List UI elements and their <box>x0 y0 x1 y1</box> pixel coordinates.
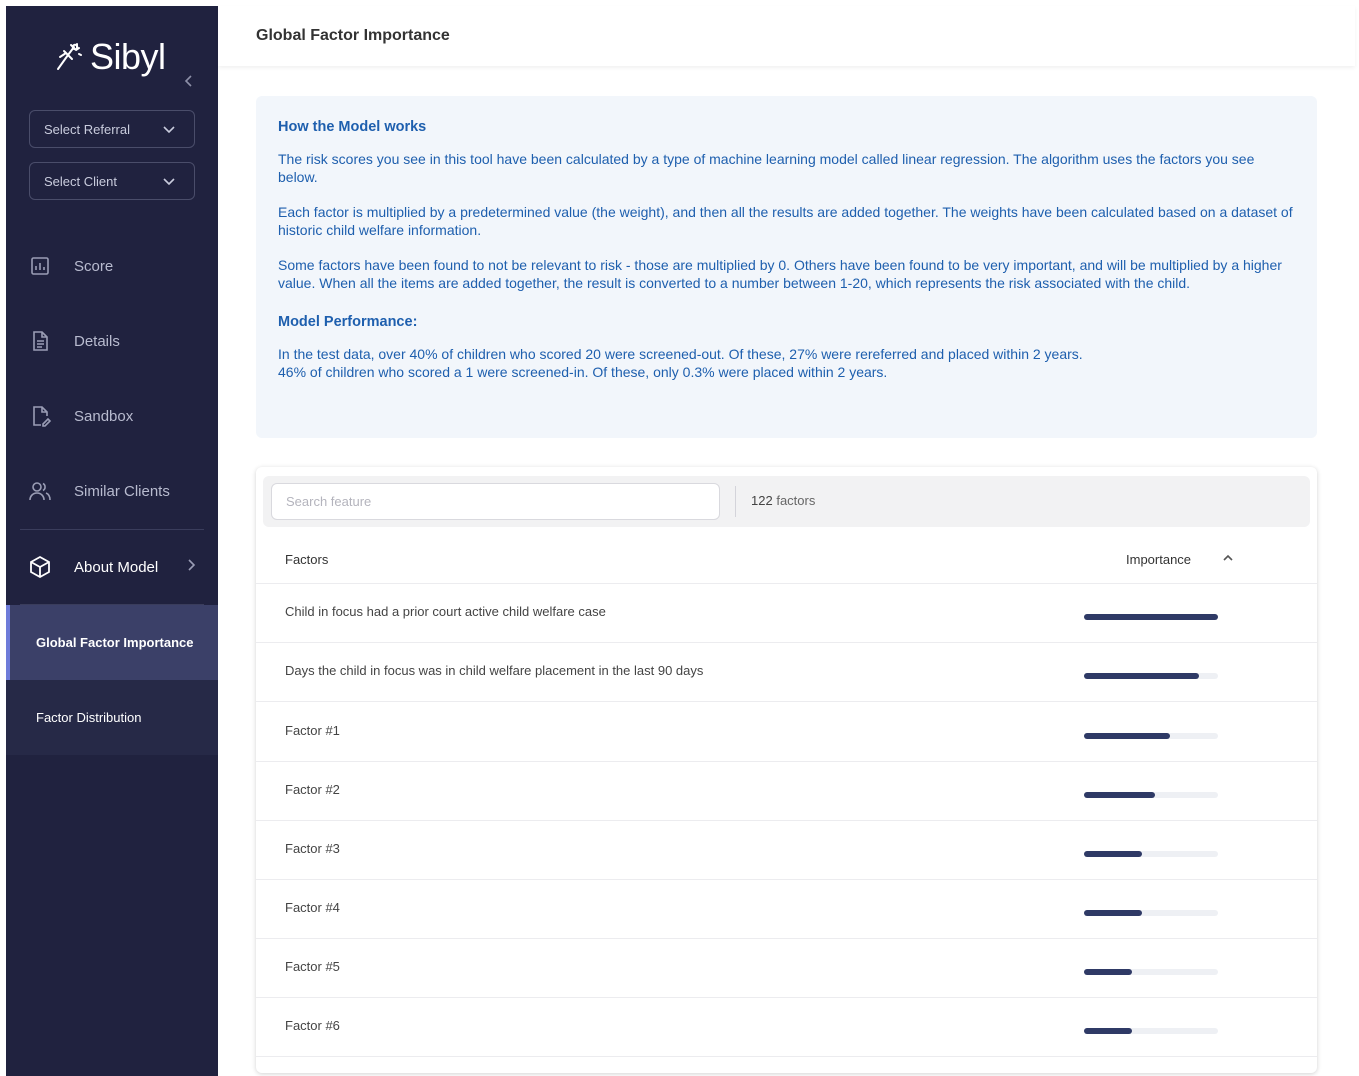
toolbar-divider <box>735 486 736 517</box>
factor-label: Factor #3 <box>285 841 340 856</box>
table-row[interactable]: Factor #6 <box>256 998 1317 1057</box>
subnav-global-factor-importance[interactable]: Global Factor Importance <box>6 605 218 680</box>
factor-count: 122 factors <box>751 493 815 508</box>
table-header: Factors Importance <box>256 544 1317 584</box>
factor-label: Factor #4 <box>285 900 340 915</box>
importance-bar-fill <box>1084 614 1218 620</box>
nav-score[interactable]: Score <box>6 229 218 303</box>
table-row[interactable]: Factor #1 <box>256 703 1317 762</box>
factor-count-number: 122 <box>751 493 773 508</box>
performance-line: 46% of children who scored a 1 were scre… <box>278 364 888 380</box>
nav-sandbox-label: Sandbox <box>74 407 134 425</box>
info-paragraph: The risk scores you see in this tool hav… <box>278 151 1255 185</box>
subnav-factor-distribution[interactable]: Factor Distribution <box>6 680 218 755</box>
importance-bar <box>1084 673 1218 679</box>
document-icon <box>33 331 48 351</box>
factor-count-label: factors <box>776 493 816 508</box>
column-header-importance[interactable]: Importance <box>1126 552 1233 567</box>
page-header: Global Factor Importance <box>218 6 1355 66</box>
performance-text: In the test data, over 40% of children w… <box>278 345 1295 381</box>
select-referral-dropdown[interactable]: Select Referral <box>29 110 195 148</box>
model-info-panel: How the Model works The risk scores you … <box>256 96 1317 438</box>
importance-bar-fill <box>1084 1028 1133 1034</box>
chevron-left-icon <box>184 75 192 87</box>
importance-bar <box>1084 1028 1218 1034</box>
nav-details[interactable]: Details <box>6 304 218 378</box>
info-paragraph: Each factor is multiplied by a predeterm… <box>278 204 1293 238</box>
factor-table-card: 122 factors Factors Importance Child in … <box>256 467 1317 1073</box>
importance-bar <box>1084 851 1218 857</box>
subnav-label: Factor Distribution <box>36 710 142 725</box>
factor-label: Factor #5 <box>285 959 340 974</box>
nav-details-label: Details <box>74 332 120 350</box>
table-row[interactable]: Days the child in focus was in child wel… <box>256 643 1317 702</box>
table-row[interactable]: Factor #4 <box>256 880 1317 939</box>
logo: Sibyl <box>54 36 166 78</box>
select-referral-label: Select Referral <box>44 121 130 137</box>
chevron-down-icon <box>163 178 175 186</box>
importance-bar-fill <box>1084 910 1142 916</box>
performance-title: Model Performance: <box>278 314 418 330</box>
importance-bar-fill <box>1084 851 1142 857</box>
importance-bar-fill <box>1084 969 1133 975</box>
sort-ascending-icon <box>1223 554 1233 561</box>
chevron-down-icon <box>163 126 175 134</box>
importance-bar <box>1084 910 1218 916</box>
chevron-right-icon <box>188 559 196 571</box>
users-icon <box>29 482 51 501</box>
search-input[interactable] <box>271 483 720 520</box>
table-row[interactable]: Factor #2 <box>256 762 1317 821</box>
nav-about-model[interactable]: About Model <box>6 530 218 604</box>
nav-about-model-label: About Model <box>74 558 159 576</box>
sidebar: Sibyl Select Referral Select Client Scor… <box>6 6 218 1076</box>
select-client-label: Select Client <box>44 173 117 189</box>
column-header-factors: Factors <box>285 552 329 567</box>
table-row[interactable]: Factor #5 <box>256 939 1317 998</box>
nav-score-label: Score <box>74 257 114 275</box>
info-title: How the Model works <box>278 119 427 135</box>
nav-similar-clients-label: Similar Clients <box>74 482 170 500</box>
table-toolbar: 122 factors <box>263 476 1310 527</box>
importance-bar-fill <box>1084 733 1170 739</box>
performance-line: In the test data, over 40% of children w… <box>278 346 1083 362</box>
factor-label: Factor #6 <box>285 1018 340 1033</box>
bar-chart-icon <box>31 257 49 275</box>
select-client-dropdown[interactable]: Select Client <box>29 162 195 200</box>
nav-similar-clients[interactable]: Similar Clients <box>6 454 218 528</box>
importance-bar-fill <box>1084 792 1156 798</box>
table-row[interactable]: Child in focus had a prior court active … <box>256 584 1317 643</box>
cube-icon <box>30 555 50 579</box>
app-root: Sibyl Select Referral Select Client Scor… <box>0 0 1359 1076</box>
importance-bar <box>1084 969 1218 975</box>
page-title: Global Factor Importance <box>256 27 450 44</box>
info-paragraph: Some factors have been found to not be r… <box>278 257 1282 291</box>
importance-bar <box>1084 614 1218 620</box>
nav-sandbox[interactable]: Sandbox <box>6 379 218 453</box>
importance-bar <box>1084 733 1218 739</box>
factor-label: Factor #1 <box>285 723 340 738</box>
column-header-importance-label: Importance <box>1126 552 1192 567</box>
factor-label: Child in focus had a prior court active … <box>285 604 606 619</box>
importance-bar <box>1084 792 1218 798</box>
table-row[interactable]: Factor #3 <box>256 821 1317 880</box>
collapse-sidebar-button[interactable] <box>182 74 200 92</box>
importance-bar-fill <box>1084 673 1200 679</box>
factor-label: Days the child in focus was in child wel… <box>285 663 704 678</box>
edit-document-icon <box>33 406 52 427</box>
subnav-label: Global Factor Importance <box>36 635 194 650</box>
brand-name: Sibyl <box>90 36 166 77</box>
sibyl-logo-icon <box>57 43 82 70</box>
factor-label: Factor #2 <box>285 782 340 797</box>
